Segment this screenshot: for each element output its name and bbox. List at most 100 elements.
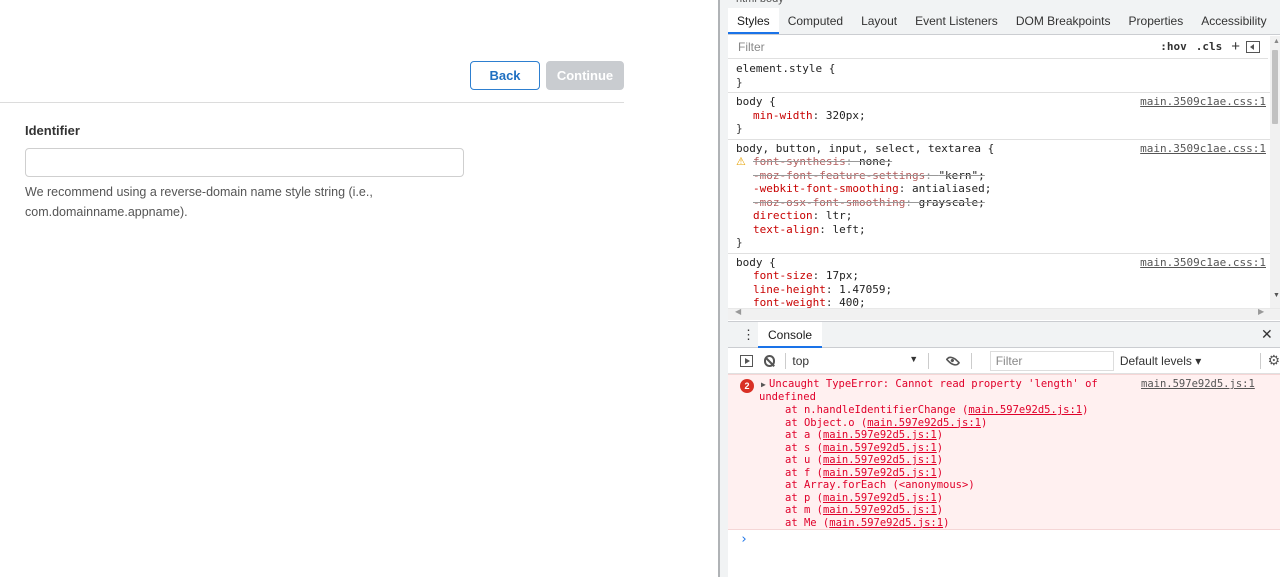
stack-frame-text: at u ( — [785, 454, 823, 466]
tab-styles[interactable]: Styles — [728, 8, 779, 34]
styles-filter-input[interactable]: Filter — [728, 40, 1160, 54]
declaration-value: left; — [832, 222, 866, 236]
rule-source-link[interactable]: main.3509c1ae.css:1 — [1140, 256, 1266, 270]
declaration-colon: : — [812, 209, 826, 222]
stack-frame: at Me (main.597e92d5.js:1) — [785, 517, 1088, 530]
declaration-property: text-align — [753, 222, 820, 236]
continue-button[interactable]: Continue — [546, 61, 624, 90]
declaration-colon: : — [898, 182, 912, 195]
declaration-property: font-weight — [753, 296, 826, 308]
stack-frame-text: at Me ( — [785, 516, 830, 529]
scroll-left-arrow-icon[interactable]: ◀ — [735, 307, 741, 316]
expand-triangle-icon[interactable]: ▶ — [761, 380, 766, 389]
declaration-value: antialiased; — [911, 182, 992, 195]
close-drawer-icon[interactable]: ✕ — [1261, 326, 1273, 343]
stack-frame-close: ) — [936, 454, 944, 466]
cls-toggle[interactable]: .cls — [1196, 40, 1223, 53]
live-expression-eye-icon[interactable] — [945, 353, 961, 368]
stack-frame-text: at a ( — [785, 429, 823, 441]
declaration-property: min-width — [753, 108, 813, 122]
scroll-up-arrow-icon[interactable]: ▲ — [1273, 38, 1280, 45]
console-settings-gear-icon[interactable]: ⚙ — [1267, 353, 1280, 369]
stack-frame-close: ) — [936, 429, 944, 441]
tab-layout[interactable]: Layout — [852, 8, 906, 34]
stack-frame-link[interactable]: main.597e92d5.js:1 — [823, 454, 937, 466]
log-levels-dropdown[interactable]: Default levels ▾ — [1120, 354, 1251, 368]
tab-console[interactable]: Console — [758, 322, 823, 348]
console-toolbar: top ▼ Filter Default levels ▾ ⚙ — [728, 348, 1280, 374]
declaration-value: 320px; — [825, 108, 866, 122]
stack-frame-link[interactable]: main.597e92d5.js:1 — [823, 442, 937, 454]
stack-frame-text: at Array.forEach (<anonymous>) — [785, 479, 975, 491]
style-declaration[interactable]: font-weight: 400; — [736, 296, 1270, 308]
console-error-message: 2 ▶ Uncaught TypeError: Cannot read prop… — [728, 374, 1280, 530]
declaration-colon: : — [812, 269, 826, 282]
console-filter-input[interactable]: Filter — [989, 350, 1114, 371]
scroll-right-arrow-icon[interactable]: ▶ — [1258, 307, 1264, 316]
stack-frame: at Array.forEach (<anonymous>) — [785, 479, 1088, 492]
breadcrumb[interactable]: html body — [728, 0, 1280, 8]
styles-horizontal-scrollbar[interactable] — [728, 308, 1280, 320]
rule-source-link[interactable]: main.3509c1ae.css:1 — [1140, 142, 1266, 156]
style-declaration[interactable]: direction: ltr; — [736, 209, 1270, 223]
rule-close-brace: } — [736, 122, 743, 135]
declaration-value: ltr; — [825, 209, 853, 222]
declaration-property: -moz-osx-font-smoothing — [753, 195, 906, 209]
scroll-down-arrow-icon[interactable]: ▼ — [1273, 292, 1280, 299]
declaration-colon: : — [812, 108, 826, 122]
stack-frame-link[interactable]: main.597e92d5.js:1 — [823, 504, 937, 516]
tab-event-listeners[interactable]: Event Listeners — [906, 8, 1007, 34]
style-declaration[interactable]: text-align: left; — [736, 223, 1270, 237]
declaration-colon: : — [905, 195, 919, 209]
stack-frame: at m (main.597e92d5.js:1) — [785, 504, 1088, 517]
error-text: Uncaught TypeError: Cannot read property… — [769, 378, 1098, 390]
style-declaration[interactable]: font-size: 17px; — [736, 269, 1270, 283]
toggle-sidebar-icon[interactable] — [1246, 40, 1260, 53]
drawer-menu-kebab-icon[interactable]: ⋮ — [742, 327, 755, 343]
stack-frame-link[interactable]: main.597e92d5.js:1 — [823, 429, 937, 441]
rule-close-brace: } — [736, 236, 743, 249]
style-declaration[interactable]: -moz-osx-font-smoothing: grayscale; — [736, 196, 1270, 210]
toolbar-separator — [928, 352, 930, 369]
stack-frame-text: at m ( — [785, 504, 823, 516]
declaration-colon: : — [819, 222, 833, 236]
toolbar-separator — [1260, 352, 1262, 369]
declaration-property: font-size — [753, 269, 813, 282]
style-declaration[interactable]: -moz-font-feature-settings: "kern"; — [736, 169, 1270, 183]
rule-selector[interactable]: element.style { — [736, 62, 1270, 76]
stack-frame: at f (main.597e92d5.js:1) — [785, 467, 1088, 480]
new-rule-plus-icon[interactable]: + — [1231, 38, 1240, 55]
declaration-value: grayscale; — [918, 195, 985, 209]
console-sidebar-icon[interactable] — [740, 354, 753, 367]
stack-frame-close: ) — [980, 416, 988, 429]
tab-computed[interactable]: Computed — [779, 8, 852, 34]
rule-source-link[interactable]: main.3509c1ae.css:1 — [1140, 95, 1266, 109]
context-selector[interactable]: top ▼ — [792, 354, 918, 368]
error-source-link[interactable]: main.597e92d5.js:1 — [1141, 378, 1255, 390]
stack-frame-link[interactable]: main.597e92d5.js:1 — [968, 404, 1082, 416]
console-prompt[interactable]: › — [740, 532, 748, 547]
style-declaration[interactable]: -webkit-font-smoothing: antialiased; — [736, 182, 1270, 196]
identifier-input[interactable] — [25, 148, 464, 177]
stack-frame-close: ) — [936, 504, 944, 516]
stack-frame-text: at Object.o ( — [785, 416, 868, 429]
tab-accessibility[interactable]: Accessibility — [1192, 8, 1275, 34]
clear-console-icon[interactable] — [763, 354, 776, 367]
style-declaration[interactable]: line-height: 1.47059; — [736, 283, 1270, 297]
stack-frame-link[interactable]: main.597e92d5.js:1 — [823, 467, 937, 479]
stack-frame-link[interactable]: main.597e92d5.js:1 — [823, 492, 937, 504]
back-button[interactable]: Back — [470, 61, 540, 90]
error-stack-trace: at n.handleIdentifierChange (main.597e92… — [785, 404, 1088, 529]
stack-frame: at a (main.597e92d5.js:1) — [785, 429, 1088, 442]
stack-frame-link[interactable]: main.597e92d5.js:1 — [867, 417, 981, 429]
stack-frame-link[interactable]: main.597e92d5.js:1 — [829, 517, 943, 529]
style-declaration[interactable]: min-width: 320px; — [736, 109, 1270, 123]
styles-scroll-thumb[interactable] — [1272, 50, 1278, 124]
error-text-continued: undefined — [759, 391, 816, 403]
hov-toggle[interactable]: :hov — [1160, 40, 1187, 53]
tab-dom-breakpoints[interactable]: DOM Breakpoints — [1007, 8, 1120, 34]
declaration-colon: : — [925, 168, 939, 182]
tab-properties[interactable]: Properties — [1120, 8, 1193, 34]
pane-splitter[interactable] — [718, 0, 728, 577]
style-declaration[interactable]: ⚠ font-synthesis: none; — [736, 155, 1270, 169]
